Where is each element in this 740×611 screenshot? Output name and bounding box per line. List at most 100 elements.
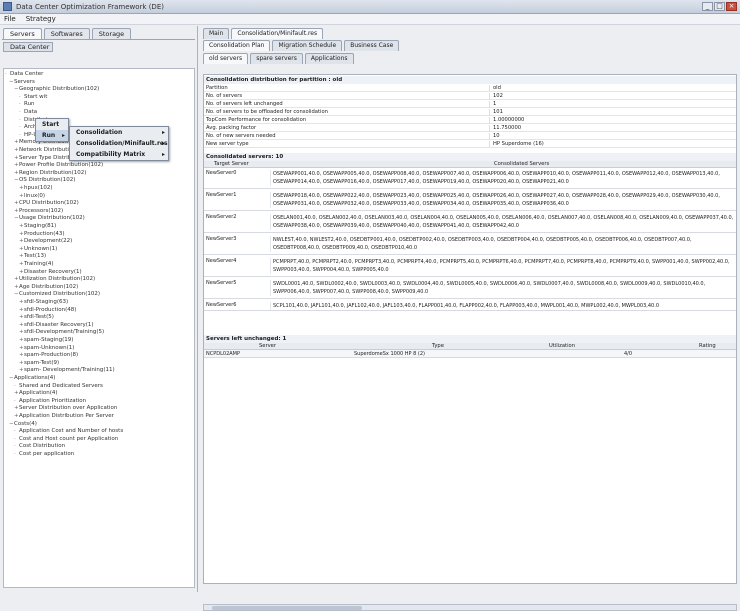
tree-item[interactable]: +Training(4)	[19, 261, 54, 268]
tree-item[interactable]: +Region Distribution(102)	[14, 170, 86, 177]
tab-business-case[interactable]: Business Case	[344, 40, 400, 51]
tree-item-label: Training(4)	[24, 261, 54, 267]
property-row: No. of servers to be offloaded for conso…	[204, 109, 736, 117]
tree-item[interactable]: −Usage Distribution(102)	[14, 215, 85, 222]
menu-bar: File Strategy	[0, 14, 740, 25]
tree-item[interactable]: · Start wit	[19, 94, 47, 101]
tree-item[interactable]: · Cost Distribution	[14, 443, 65, 450]
tree-item-label: Processors(102)	[19, 207, 64, 214]
menu-strategy[interactable]: Strategy	[26, 15, 56, 23]
consolidated-servers-list: SCPL101,40.0, JAFL101,40.0, JAFL102,40.0…	[270, 302, 736, 310]
distribution-title: Consolidation distribution for partition…	[204, 76, 736, 84]
tab-storage[interactable]: Storage	[91, 28, 132, 39]
table-row[interactable]: NewServer0 OSEWAPP001,40.0, OSEWAPP005,40…	[204, 169, 736, 189]
table-row[interactable]: NewServer4 PCMPRPT,40.0, PCMPRPT2,40.0, P…	[204, 257, 736, 277]
tree-item[interactable]: +sfdl-Test(5)	[19, 314, 54, 321]
consolidated-servers-list: PCMPRPT,40.0, PCMPRPT2,40.0, PCMPRPT3,40…	[270, 258, 736, 274]
tree-item[interactable]: +Utilization Distribution(102)	[14, 276, 95, 283]
tree-item[interactable]: +Disaster Recovery(1)	[19, 269, 82, 276]
tree-item[interactable]: −Applications(4)	[9, 375, 55, 382]
property-key: New server type	[206, 141, 249, 147]
tree-item[interactable]: +sfdl-Production(48)	[19, 307, 76, 314]
property-key: No. of servers	[206, 93, 243, 99]
tree-item[interactable]: +spam-Unknown(1)	[19, 345, 74, 352]
consolidated-servers-list: OSELAN001,40.0, OSELAN002,40.0, OSELAN00…	[270, 214, 736, 230]
menu-file[interactable]: File	[4, 15, 16, 23]
tree-item[interactable]: −Servers	[9, 79, 35, 86]
tree-item[interactable]: +sfdl-Staging(63)	[19, 299, 68, 306]
tree-item[interactable]: +Development(22)	[19, 238, 72, 245]
title-bar: Data Center Optimization Framework (DE) …	[0, 0, 740, 14]
data-center-button[interactable]: Data Center	[3, 42, 53, 52]
plan-tabs: Consolidation Plan Migration Schedule Bu…	[200, 39, 740, 52]
tree-item[interactable]: · Run	[19, 101, 35, 108]
left-panel: Servers Softwares Storage Data Center · D…	[0, 26, 198, 592]
tree-item[interactable]: +sfdl-Development/Training(5)	[19, 329, 104, 336]
tree-item[interactable]: +Processors(102)	[14, 208, 63, 215]
tree-item[interactable]: · Application Cost and Number of hosts	[14, 428, 123, 435]
tree-item[interactable]: · Data	[19, 109, 37, 116]
tree-item-label: Age Distribution(102)	[19, 283, 79, 290]
tree-item-label: hpux(102)	[24, 185, 53, 191]
tab-old-servers[interactable]: old servers	[203, 53, 249, 64]
context-item-start[interactable]: Start wit	[36, 119, 68, 139]
tree-item-label: Applications(4)	[14, 375, 56, 381]
tree-item[interactable]: +spam- Development/Training(11)	[19, 367, 115, 374]
close-button[interactable]: ×	[726, 2, 737, 11]
col-server: Server	[259, 343, 277, 349]
table-row[interactable]: NCPDL02AMP SuperdomeSx 1000 HP 8 (2) 4/0	[204, 350, 736, 358]
tab-consolidation-plan[interactable]: Consolidation Plan	[203, 40, 271, 51]
submenu-consolidation-minifault[interactable]: Consolidation/Minifault.res ▸	[70, 138, 168, 149]
tree-item[interactable]: · Shared and Dedicated Servers	[14, 383, 103, 390]
table-row[interactable]: NewServer2 OSELAN001,40.0, OSELAN002,40.0…	[204, 213, 736, 233]
tree-item-label: CPU Distribution(102)	[19, 200, 79, 207]
tree-item[interactable]: +hpux(102)	[19, 185, 53, 192]
tree-item[interactable]: +Unknown(1)	[19, 246, 57, 253]
tree-item-label: Power Profile Distribution(102)	[19, 162, 104, 169]
tab-applications[interactable]: Applications	[304, 53, 354, 64]
tree-item[interactable]: +Staging(81)	[19, 223, 56, 230]
submenu-compatibility-label: Compatibility Matrix	[76, 151, 146, 158]
tab-softwares[interactable]: Softwares	[43, 28, 90, 39]
table-row[interactable]: NewServer3 NWLEST,40.0, NWLEST2,40.0, OSE…	[204, 235, 736, 255]
tree-item[interactable]: +Server Distribution over Application	[14, 405, 117, 412]
tree-item[interactable]: +Test(13)	[19, 253, 46, 260]
tree-item[interactable]: · Data Center	[5, 71, 43, 78]
tab-main[interactable]: Main	[203, 28, 230, 39]
tree-item[interactable]: · Application Prioritization	[14, 398, 86, 405]
tree-item[interactable]: −OS Distribution(102)	[14, 177, 75, 184]
submenu-consolidation[interactable]: Consolidation ▸	[70, 127, 168, 138]
tab-consolidation-result[interactable]: Consolidation/Minifault.res	[231, 28, 324, 39]
tab-servers[interactable]: Servers	[3, 28, 42, 39]
table-row[interactable]: NewServer6 SCPL101,40.0, JAFL101,40.0, JA…	[204, 301, 736, 311]
minimize-button[interactable]: _	[702, 2, 713, 11]
horizontal-scrollbar[interactable]	[203, 604, 737, 611]
tree-item[interactable]: +Age Distribution(102)	[14, 284, 78, 291]
tree-item[interactable]: +linux(0)	[19, 193, 45, 200]
tree-item[interactable]: +spam-Test(9)	[19, 360, 59, 367]
submenu-compatibility[interactable]: Compatibility Matrix ▸	[70, 149, 168, 160]
tree-item[interactable]: +Application(4)	[14, 390, 58, 397]
table-row[interactable]: NewServer5 SWDL0001,40.0, SWDL0002,40.0, …	[204, 279, 736, 299]
maximize-button[interactable]: □	[714, 2, 725, 11]
tree-item-label: Unknown(1)	[24, 245, 58, 252]
tree-item[interactable]: +sfdl-Disaster Recovery(1)	[19, 322, 94, 329]
tab-spare-servers[interactable]: spare servers	[250, 53, 303, 64]
tree-item[interactable]: +spam-Staging(19)	[19, 337, 73, 344]
target-server-name: NewServer0	[206, 170, 237, 176]
tree-item-label: Application Cost and Number of hosts	[19, 428, 124, 435]
tree-item[interactable]: +Production(43)	[19, 231, 65, 238]
tree-item[interactable]: +Power Profile Distribution(102)	[14, 162, 103, 169]
tree-item[interactable]: · Cost per application	[14, 451, 74, 458]
scrollbar-thumb[interactable]	[212, 606, 362, 610]
tree-item[interactable]: −Costs(4)	[9, 421, 37, 428]
tree-item[interactable]: +spam-Production(8)	[19, 352, 78, 359]
tab-migration-schedule[interactable]: Migration Schedule	[272, 40, 343, 51]
tree-item[interactable]: −Customized Distribution(102)	[14, 291, 100, 298]
tree-item[interactable]: · Cost and Host count per Application	[14, 436, 118, 443]
table-row[interactable]: NewServer1 OSEWAPP018,40.0, OSEWAPP022,40…	[204, 191, 736, 211]
tree-item[interactable]: +CPU Distribution(102)	[14, 200, 79, 207]
tree-item[interactable]: +Application Distribution Per Server	[14, 413, 114, 420]
context-item-run[interactable]: Run ▸	[36, 130, 68, 141]
tree-item[interactable]: −Geographic Distribution(102)	[14, 86, 99, 93]
